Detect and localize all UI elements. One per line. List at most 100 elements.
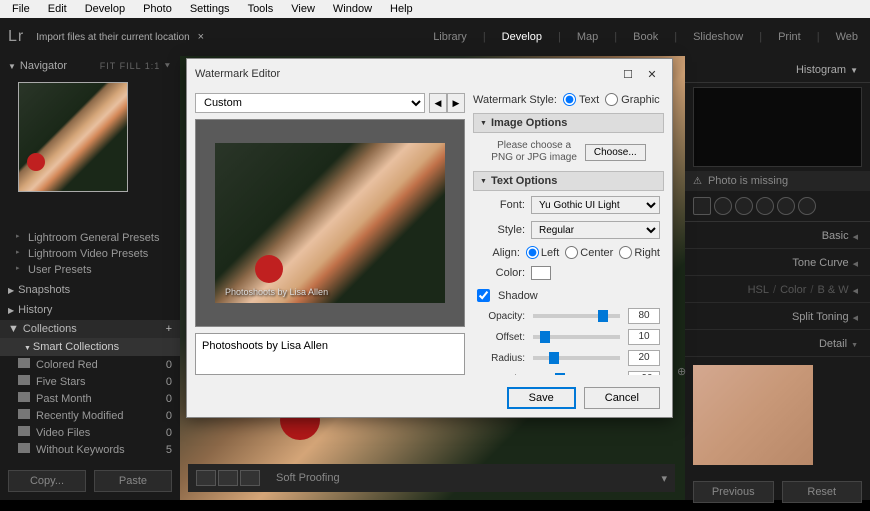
prev-preset-button[interactable]: ◀ bbox=[429, 93, 447, 113]
watermark-text-input[interactable] bbox=[202, 340, 458, 352]
left-panel: ▼Navigator FIT FILL 1:1 ⯆ Lightroom Gene… bbox=[0, 56, 180, 500]
smart-collections[interactable]: ▼ Smart Collections bbox=[0, 338, 180, 356]
dialog-title: Watermark Editor bbox=[195, 68, 280, 80]
collection-item[interactable]: Five Stars0 bbox=[0, 373, 180, 390]
navigator-zoom-options[interactable]: FIT FILL 1:1 ⯆ bbox=[100, 61, 172, 72]
color-swatch[interactable] bbox=[531, 266, 551, 280]
crop-tool-icon[interactable] bbox=[693, 197, 711, 215]
snapshots-header[interactable]: ▶Snapshots bbox=[0, 280, 180, 300]
compare-view-icon[interactable] bbox=[240, 470, 260, 486]
gradient-tool-icon[interactable] bbox=[756, 197, 774, 215]
bottom-toolbar: Soft Proofing ▾ bbox=[188, 464, 675, 492]
detail-thumbnail[interactable] bbox=[693, 365, 813, 465]
menu-view[interactable]: View bbox=[283, 2, 323, 16]
radial-tool-icon[interactable] bbox=[777, 197, 795, 215]
basic-section[interactable]: Basic◀ bbox=[685, 222, 870, 249]
collection-item[interactable]: Past Month0 bbox=[0, 390, 180, 407]
collection-item[interactable]: Video Files0 bbox=[0, 424, 180, 441]
cancel-button[interactable]: Cancel bbox=[584, 387, 660, 409]
maximize-icon[interactable]: ☐ bbox=[616, 65, 640, 83]
menu-develop[interactable]: Develop bbox=[77, 2, 133, 16]
copy-button[interactable]: Copy... bbox=[8, 470, 86, 492]
soft-proofing-label[interactable]: Soft Proofing bbox=[276, 472, 340, 484]
shadow-label: Shadow bbox=[498, 290, 538, 302]
menu-bar: File Edit Develop Photo Settings Tools V… bbox=[0, 0, 870, 18]
preset-item[interactable]: Lightroom Video Presets bbox=[0, 246, 180, 262]
radius-value[interactable]: 20 bbox=[628, 350, 660, 366]
close-icon[interactable]: ✕ bbox=[640, 65, 664, 83]
align-left-radio[interactable]: Left bbox=[526, 246, 559, 259]
angle-label: Angle: bbox=[477, 374, 525, 376]
menu-edit[interactable]: Edit bbox=[40, 2, 75, 16]
style-label: Style: bbox=[477, 224, 525, 236]
watermark-style-label: Watermark Style: bbox=[473, 94, 557, 106]
radius-label: Radius: bbox=[477, 353, 525, 364]
import-message: Import files at their current location bbox=[36, 32, 189, 43]
offset-slider[interactable] bbox=[533, 335, 620, 339]
toolbar-menu-icon[interactable]: ▾ bbox=[661, 472, 667, 485]
preview-image: Photoshoots by Lisa Allen bbox=[215, 143, 445, 303]
shadow-checkbox[interactable] bbox=[477, 289, 490, 302]
splittoning-section[interactable]: Split Toning◀ bbox=[685, 303, 870, 330]
align-right-radio[interactable]: Right bbox=[619, 246, 660, 259]
save-button[interactable]: Save bbox=[507, 387, 576, 409]
watermark-preview: Photoshoots by Lisa Allen bbox=[195, 119, 465, 327]
angle-value[interactable]: - 90 bbox=[628, 371, 660, 375]
text-style-radio[interactable]: Text bbox=[563, 93, 599, 106]
close-message-icon[interactable]: × bbox=[198, 31, 204, 43]
watermark-overlay-text: Photoshoots by Lisa Allen bbox=[225, 287, 328, 297]
offset-value[interactable]: 10 bbox=[628, 329, 660, 345]
histogram-display bbox=[693, 87, 862, 167]
preset-item[interactable]: User Presets bbox=[0, 262, 180, 278]
opacity-value[interactable]: 80 bbox=[628, 308, 660, 324]
module-print[interactable]: Print bbox=[778, 31, 801, 43]
collection-item[interactable]: Recently Modified0 bbox=[0, 407, 180, 424]
loupe-view-icon[interactable] bbox=[196, 470, 216, 486]
module-slideshow[interactable]: Slideshow bbox=[693, 31, 743, 43]
detail-section[interactable]: Detail▼ bbox=[685, 330, 870, 357]
menu-photo[interactable]: Photo bbox=[135, 2, 180, 16]
text-options-header[interactable]: Text Options bbox=[473, 171, 664, 191]
menu-tools[interactable]: Tools bbox=[240, 2, 282, 16]
hsl-section[interactable]: HSL/Color/B & W◀ bbox=[685, 276, 870, 303]
module-web[interactable]: Web bbox=[836, 31, 858, 43]
navigator-thumbnail[interactable] bbox=[18, 82, 128, 192]
radius-slider[interactable] bbox=[533, 356, 620, 360]
tool-strip bbox=[685, 191, 870, 222]
collections-header[interactable]: ▼Collections+ bbox=[0, 320, 180, 338]
image-options-header[interactable]: Image Options bbox=[473, 113, 664, 133]
paste-button[interactable]: Paste bbox=[94, 470, 172, 492]
spot-tool-icon[interactable] bbox=[714, 197, 732, 215]
collection-item[interactable]: Without Keywords5 bbox=[0, 441, 180, 458]
module-book[interactable]: Book bbox=[633, 31, 658, 43]
module-map[interactable]: Map bbox=[577, 31, 598, 43]
opacity-slider[interactable] bbox=[533, 314, 620, 318]
watermark-editor-dialog: Watermark Editor ☐ ✕ Custom ◀ ▶ Photosho… bbox=[186, 58, 673, 418]
menu-help[interactable]: Help bbox=[382, 2, 421, 16]
align-center-radio[interactable]: Center bbox=[565, 246, 613, 259]
menu-window[interactable]: Window bbox=[325, 2, 380, 16]
collection-item[interactable]: Colored Red0 bbox=[0, 356, 180, 373]
module-develop[interactable]: Develop bbox=[502, 31, 542, 43]
navigator-header[interactable]: ▼Navigator FIT FILL 1:1 ⯆ bbox=[0, 56, 180, 76]
font-style-select[interactable]: Regular bbox=[531, 221, 660, 239]
brush-tool-icon[interactable] bbox=[798, 197, 816, 215]
history-header[interactable]: ▶History bbox=[0, 300, 180, 320]
module-picker: Library| Develop| Map| Book| Slideshow| … bbox=[433, 31, 858, 43]
choose-image-button[interactable]: Choose... bbox=[585, 144, 646, 161]
tonecurve-section[interactable]: Tone Curve◀ bbox=[685, 249, 870, 276]
next-preset-button[interactable]: ▶ bbox=[447, 93, 465, 113]
menu-settings[interactable]: Settings bbox=[182, 2, 238, 16]
preset-item[interactable]: Lightroom General Presets bbox=[0, 230, 180, 246]
before-after-icon[interactable] bbox=[218, 470, 238, 486]
font-select[interactable]: Yu Gothic UI Light bbox=[531, 196, 660, 214]
watermark-preset-select[interactable]: Custom bbox=[195, 93, 425, 113]
menu-file[interactable]: File bbox=[4, 2, 38, 16]
watermark-text-field[interactable] bbox=[195, 333, 465, 375]
top-bar: Lr Import files at their current locatio… bbox=[0, 18, 870, 56]
module-library[interactable]: Library bbox=[433, 31, 467, 43]
graphic-style-radio[interactable]: Graphic bbox=[605, 93, 660, 106]
histogram-header[interactable]: Histogram▼ bbox=[685, 56, 870, 83]
choose-image-message: Please choose a PNG or JPG image bbox=[491, 140, 577, 164]
redeye-tool-icon[interactable] bbox=[735, 197, 753, 215]
